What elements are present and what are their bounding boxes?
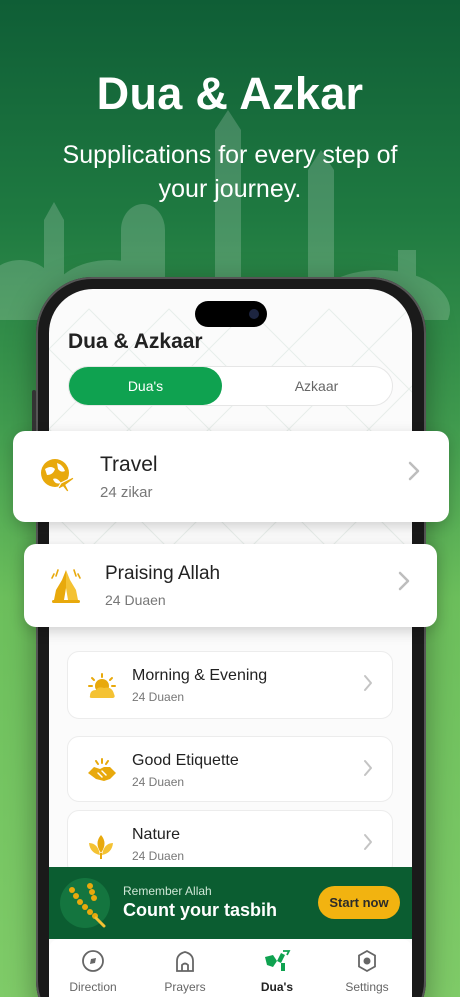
category-title: Nature [132, 826, 181, 843]
hero-subtitle: Supplications for every step of your jou… [62, 141, 398, 203]
screen-title: Dua & Azkaar [68, 330, 203, 353]
banner-caption: Remember Allah [123, 884, 212, 898]
category-title: Praising Allah [105, 563, 221, 584]
tab-prayers[interactable]: Prayers [145, 949, 225, 994]
chevron-right-icon [397, 571, 411, 596]
category-card-morning-evening[interactable]: Morning & Evening 24 Duaen [67, 651, 393, 719]
category-count: 24 Duaen [132, 690, 185, 704]
sun-cloud-icon [86, 672, 118, 705]
mosque-icon [145, 949, 225, 978]
category-title: Good Etiquette [132, 752, 239, 769]
camera-icon [249, 309, 259, 319]
segment-azkaar[interactable]: Azkaar [239, 367, 394, 405]
chevron-right-icon [362, 833, 374, 856]
segment-control: Dua's Azkaar [68, 366, 393, 406]
banner-heading: Count your tasbih [123, 900, 277, 920]
category-card-praising-allah[interactable]: Praising Allah 24 Duaen [24, 544, 437, 627]
tab-duas[interactable]: Dua's [237, 949, 317, 994]
chevron-right-icon [407, 461, 421, 486]
hero-title: Dua & Azkar [96, 68, 364, 119]
gear-icon [327, 949, 407, 978]
handshake-icon [86, 757, 118, 790]
tab-direction[interactable]: Direction [53, 949, 133, 994]
category-count: 24 Duaen [132, 849, 185, 863]
globe-plane-icon [39, 457, 75, 498]
chevron-right-icon [362, 674, 374, 697]
tab-settings[interactable]: Settings [327, 949, 407, 994]
category-count: 24 Duaen [132, 775, 185, 789]
category-count: 24 Duaen [105, 592, 166, 608]
segment-duas[interactable]: Dua's [69, 367, 222, 405]
category-card-travel[interactable]: Travel 24 zikar [13, 431, 449, 522]
tab-label: Dua's [260, 980, 294, 994]
compass-icon [53, 949, 133, 978]
start-now-button[interactable]: Start now [318, 886, 400, 919]
category-title: Morning & Evening [132, 667, 268, 684]
tab-label: Settings [345, 980, 389, 994]
category-card-good-etiquette[interactable]: Good Etiquette 24 Duaen [67, 736, 393, 802]
tab-label: Direction [69, 980, 117, 994]
category-count: 24 zikar [100, 484, 153, 501]
dynamic-island [195, 301, 267, 327]
tab-label: Prayers [164, 980, 206, 994]
chevron-right-icon [362, 759, 374, 782]
tasbih-beads-icon [60, 878, 110, 928]
category-title: Travel [100, 453, 158, 476]
leaf-icon [86, 831, 116, 866]
dua-icon [237, 949, 317, 978]
praying-hands-icon [50, 566, 82, 609]
